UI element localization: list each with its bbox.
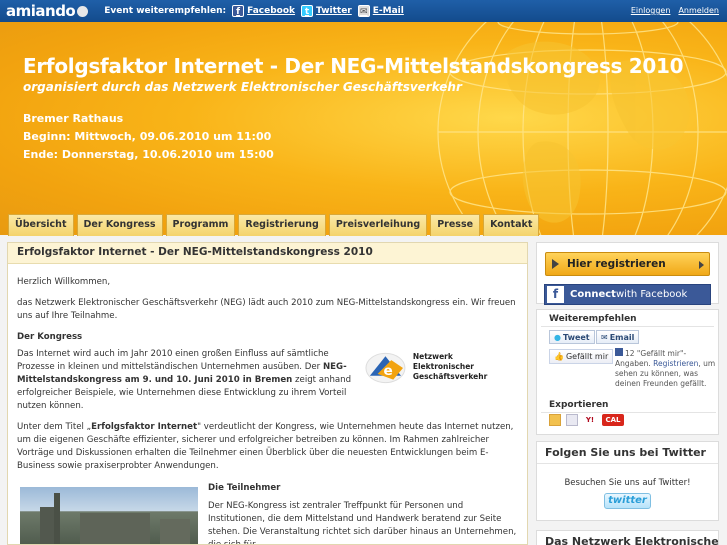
email-icon: ✉ (601, 332, 608, 342)
share-heading: Weiterempfehlen (541, 310, 714, 327)
share-facebook-link[interactable]: f Facebook (232, 5, 295, 17)
share-box: Weiterempfehlen ● Tweet ✉ Email 👍 Gefällt m… (536, 309, 719, 435)
arrow-right-icon (699, 261, 704, 269)
rathaus-photo (20, 487, 198, 544)
event-end: Ende: Donnerstag, 10.06.2010 um 15:00 (23, 148, 274, 161)
share-twitter-link[interactable]: t Twitter (301, 5, 352, 17)
main-nav: Übersicht Der Kongress Programm Registri… (8, 214, 540, 236)
twitter-bird-icon: ● (554, 332, 561, 342)
tab-kongress[interactable]: Der Kongress (76, 214, 163, 236)
amiando-logo[interactable]: amiando (6, 2, 89, 20)
twitter-heading: Folgen Sie uns bei Twitter (537, 442, 718, 464)
like-count-text: 12 "Gefällt mir"-Angaben. Registrieren, … (615, 348, 716, 388)
greeting: Herzlich Willkommen, (17, 277, 111, 287)
export-heading: Exportieren (541, 396, 716, 413)
ical-icon[interactable]: CAL (602, 414, 624, 426)
neg-logo-mark: e (365, 352, 406, 384)
neg-info-box-heading: Das Netzwerk Elektronischer (536, 530, 719, 545)
titel-text: Unter dem Titel „Erfolgsfaktor Internet"… (17, 422, 514, 471)
share-email-link[interactable]: ✉ E-Mail (357, 5, 404, 17)
event-details: Bremer Rathaus Beginn: Mittwoch, 09.06.2… (23, 110, 274, 164)
play-arrow-icon (552, 259, 559, 269)
twitter-text: Besuchen Sie uns auf Twitter! (564, 478, 691, 488)
teilnehmer-heading: Die Teilnehmer (208, 483, 281, 493)
register-link[interactable]: Anmelden (678, 6, 719, 15)
event-begin: Beginn: Mittwoch, 09.06.2010 um 11:00 (23, 130, 272, 143)
facebook-connect-button[interactable]: f Connect with Facebook (544, 284, 711, 305)
hero-banner: Erfolgsfaktor Internet - Der NEG-Mittels… (0, 22, 727, 235)
facebook-small-icon (615, 348, 623, 356)
tweet-button[interactable]: ● Tweet (549, 330, 595, 344)
top-bar: amiando Event weiterempfehlen: f Facebook… (0, 0, 727, 22)
email-share-button[interactable]: ✉ Email (596, 330, 640, 344)
tab-presse[interactable]: Presse (430, 214, 481, 236)
like-button[interactable]: 👍 Gefällt mir (549, 349, 614, 364)
facebook-icon: f (232, 5, 245, 17)
tab-kontakt[interactable]: Kontakt (483, 214, 540, 236)
neg-logo-line2: Geschäftsverkehr (412, 372, 488, 381)
intro-text: das Netzwerk Elektronischer Geschäftsver… (17, 298, 516, 321)
tab-registrierung[interactable]: Registrierung (238, 214, 326, 236)
register-button[interactable]: Hier registrieren (545, 252, 710, 276)
neg-logo-line1: Netzwerk Elektronischer (412, 352, 474, 371)
event-location: Bremer Rathaus (23, 112, 124, 125)
export-icons: Y! CAL (549, 414, 624, 426)
tab-programm[interactable]: Programm (165, 214, 236, 236)
kongress-text: Das Internet wird auch im Jahr 2010 eine… (17, 349, 352, 411)
login-link[interactable]: Einloggen (631, 6, 671, 15)
like-register-link[interactable]: Registrieren (653, 359, 698, 368)
share-label: Event weiterempfehlen: (104, 6, 227, 16)
thumbs-up-icon: 👍 (554, 352, 564, 361)
tab-uebersicht[interactable]: Übersicht (8, 214, 74, 236)
kongress-heading: Der Kongress (17, 332, 83, 342)
rss-icon[interactable] (549, 414, 561, 426)
neg-logo: e Netzwerk Elektronischer Geschäftsverkeh… (364, 347, 514, 387)
teilnehmer-text: Der NEG-Kongress ist zentraler Treffpunk… (208, 501, 517, 545)
twitter-follow-button[interactable]: twitter (604, 493, 651, 509)
facebook-icon: f (547, 286, 564, 303)
event-subtitle: organisiert durch das Netzwerk Elektroni… (23, 80, 462, 94)
event-title: Erfolgsfaktor Internet - Der NEG-Mittels… (23, 54, 684, 78)
tab-preisverleihung[interactable]: Preisverleihung (328, 214, 428, 236)
email-icon: ✉ (357, 5, 370, 17)
logo-dot-icon (77, 5, 89, 17)
outlook-icon[interactable] (566, 414, 578, 426)
twitter-box: Folgen Sie uns bei Twitter Besuchen Sie … (536, 441, 719, 521)
main-content: Erfolgsfaktor Internet - Der NEG-Mittels… (7, 242, 528, 545)
svg-text:e: e (383, 363, 392, 379)
yahoo-icon[interactable]: Y! (583, 414, 597, 426)
twitter-icon: t (301, 5, 314, 17)
teilnehmer-section: Die Teilnehmer Der NEG-Kongress ist zent… (208, 482, 518, 545)
content-title: Erfolgsfaktor Internet - Der NEG-Mittels… (8, 243, 527, 264)
